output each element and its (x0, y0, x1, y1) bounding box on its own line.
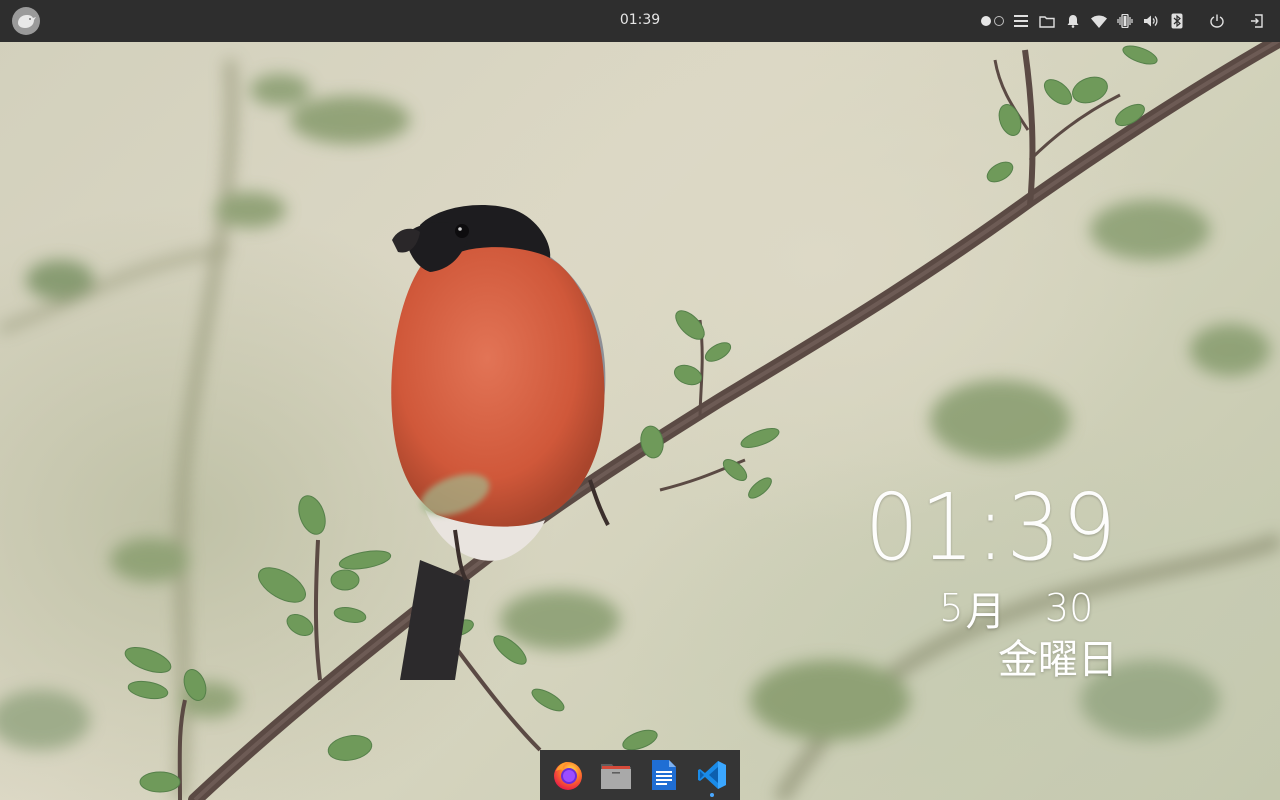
workspace-1-indicator[interactable] (981, 16, 991, 26)
volume-icon[interactable] (1138, 8, 1164, 34)
vibrate-icon[interactable] (1112, 8, 1138, 34)
desktop-clock-time: 01:39 (864, 474, 1118, 581)
date-month-unit: 月 (965, 589, 1006, 635)
power-icon[interactable] (1204, 8, 1230, 34)
logout-icon[interactable] (1244, 8, 1270, 34)
date-month-number: 5 (939, 586, 964, 630)
bird-logo-icon[interactable] (12, 7, 40, 35)
system-tray (981, 0, 1280, 42)
dock-firefox[interactable] (548, 752, 588, 798)
top-panel: 01:39 (0, 0, 1280, 42)
dock-files[interactable] (596, 752, 636, 798)
folder-icon[interactable] (1034, 8, 1060, 34)
vscode-icon (698, 761, 726, 789)
dock-vscode[interactable] (692, 752, 732, 798)
wifi-icon[interactable] (1086, 8, 1112, 34)
dock (540, 750, 740, 800)
bluetooth-icon[interactable] (1164, 8, 1190, 34)
firefox-icon (554, 762, 582, 790)
workspace-switcher[interactable] (981, 16, 1004, 26)
date-day: 30 (1044, 586, 1094, 630)
menu-icon[interactable] (1008, 8, 1034, 34)
running-indicator (710, 793, 714, 797)
files-icon (601, 764, 631, 789)
desktop-clock-widget: 01:39 5月 30 金曜日 (818, 478, 1118, 684)
desktop-clock-date: 5月 30 金曜日 (818, 584, 1118, 684)
workspace-2-indicator[interactable] (994, 16, 1004, 26)
dock-writer[interactable] (644, 752, 684, 798)
date-weekday: 金曜日 (998, 637, 1118, 683)
document-icon (652, 760, 676, 790)
bell-icon[interactable] (1060, 8, 1086, 34)
desktop[interactable]: 01:39 01:39 5月 30 金曜日 (0, 0, 1280, 800)
